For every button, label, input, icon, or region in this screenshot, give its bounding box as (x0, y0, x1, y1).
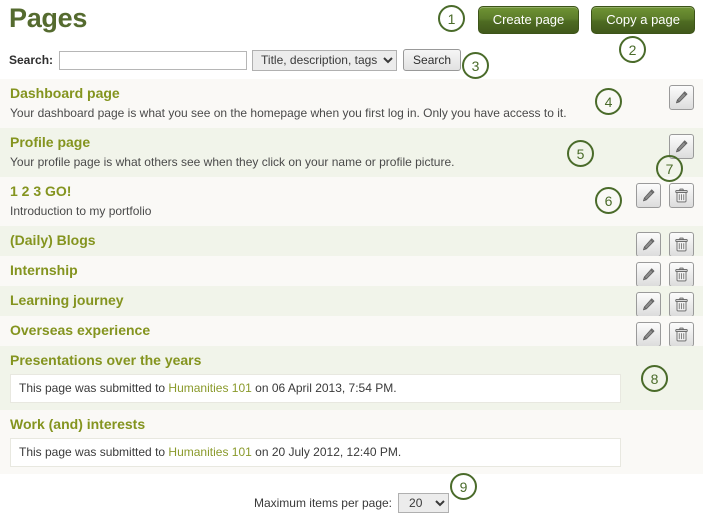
page-header: Pages Create page Copy a page (0, 0, 703, 44)
page-title-link[interactable]: Profile page (10, 134, 90, 151)
submission-group-link[interactable]: Humanities 101 (168, 381, 251, 395)
submission-prefix: This page was submitted to (19, 381, 168, 395)
row-actions (636, 292, 694, 317)
delete-page-button[interactable] (669, 322, 694, 347)
page-title-link[interactable]: Overseas experience (10, 322, 150, 339)
search-input[interactable] (59, 51, 247, 70)
delete-page-button[interactable] (669, 292, 694, 317)
pencil-icon (674, 139, 689, 154)
row-actions (636, 262, 694, 287)
header-action-buttons: Create page Copy a page (478, 6, 695, 34)
submission-group-link[interactable]: Humanities 101 (168, 445, 251, 459)
annotation-callout: 4 (595, 88, 622, 115)
search-filter-select[interactable]: Title, description, tagsTags only (252, 50, 397, 71)
trash-icon (674, 327, 689, 343)
copy-page-button[interactable]: Copy a page (591, 6, 695, 34)
pencil-icon (641, 237, 656, 252)
edit-page-button[interactable] (636, 232, 661, 257)
annotation-callout: 7 (656, 155, 683, 182)
page-title-link[interactable]: Dashboard page (10, 85, 120, 102)
row-actions (636, 183, 694, 208)
submission-notice: This page was submitted to Humanities 10… (10, 374, 621, 403)
page-row: (Daily) Blogs (0, 226, 703, 256)
page-title-link[interactable]: Presentations over the years (10, 352, 201, 369)
page-title-link[interactable]: (Daily) Blogs (10, 232, 96, 249)
pages-list: Dashboard page Your dashboard page is wha… (0, 79, 703, 474)
page-title-link[interactable]: 1 2 3 GO! (10, 183, 71, 200)
annotation-callout: 2 (619, 36, 646, 63)
page-title-link[interactable]: Internship (10, 262, 78, 279)
page-row: Work (and) interests This page was submit… (0, 410, 703, 474)
row-actions (636, 322, 694, 347)
delete-page-button[interactable] (669, 262, 694, 287)
trash-icon (674, 237, 689, 253)
create-page-button[interactable]: Create page (478, 6, 580, 34)
trash-icon (674, 188, 689, 204)
page-title-link[interactable]: Learning journey (10, 292, 124, 309)
pagination-footer: Maximum items per page: 102050100 (0, 483, 703, 523)
search-bar: Search: Title, description, tagsTags onl… (0, 44, 703, 76)
trash-icon (674, 297, 689, 313)
page-row: Internship (0, 256, 703, 286)
pencil-icon (674, 90, 689, 105)
pencil-icon (641, 188, 656, 203)
annotation-callout: 3 (462, 52, 489, 79)
items-per-page-label: Maximum items per page: (254, 496, 392, 510)
trash-icon (674, 267, 689, 283)
annotation-callout: 5 (567, 140, 594, 167)
submission-prefix: This page was submitted to (19, 445, 168, 459)
edit-page-button[interactable] (636, 262, 661, 287)
page-row: Profile page Your profile page is what ot… (0, 128, 703, 177)
page-description: Your dashboard page is what you see on t… (10, 105, 633, 121)
page-description: Introduction to my portfolio (10, 203, 633, 219)
annotation-callout: 9 (450, 473, 477, 500)
row-actions (636, 232, 694, 257)
delete-page-button[interactable] (669, 183, 694, 208)
pencil-icon (641, 267, 656, 282)
delete-page-button[interactable] (669, 232, 694, 257)
annotation-callout: 1 (438, 5, 465, 32)
items-per-page-select[interactable]: 102050100 (398, 493, 449, 513)
annotation-callout: 8 (641, 365, 668, 392)
row-actions (669, 85, 694, 110)
submission-suffix: on 20 July 2012, 12:40 PM. (252, 445, 401, 459)
submission-notice: This page was submitted to Humanities 10… (10, 438, 621, 467)
edit-page-button[interactable] (636, 292, 661, 317)
pencil-icon (641, 297, 656, 312)
page-row: Overseas experience (0, 316, 703, 346)
submission-suffix: on 06 April 2013, 7:54 PM. (252, 381, 397, 395)
edit-page-button[interactable] (669, 85, 694, 110)
edit-page-button[interactable] (636, 322, 661, 347)
page-title: Pages (9, 2, 87, 34)
annotation-callout: 6 (595, 187, 622, 214)
page-row: Presentations over the years This page wa… (0, 346, 703, 410)
search-label: Search: (9, 53, 53, 67)
page-row: Learning journey (0, 286, 703, 316)
page-description: Your profile page is what others see whe… (10, 154, 633, 170)
edit-page-button[interactable] (636, 183, 661, 208)
pencil-icon (641, 327, 656, 342)
page-title-link[interactable]: Work (and) interests (10, 416, 145, 433)
search-submit-button[interactable]: Search (403, 49, 461, 71)
